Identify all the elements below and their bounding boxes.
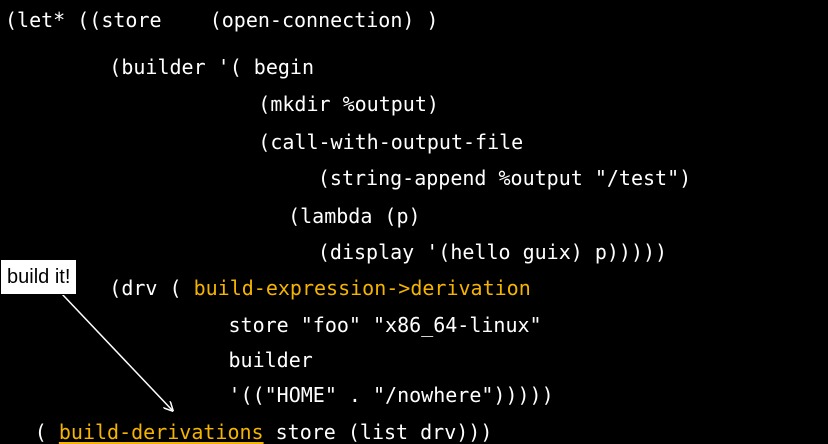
code-slide: (let* ((store (open-connection) ) (builde… xyxy=(0,0,828,444)
code-line: ( build-derivations store (list drv))) xyxy=(35,420,493,444)
code-token: (display '(hello guix) p))))) xyxy=(317,240,668,264)
arrow-line xyxy=(61,293,172,410)
code-token: builder xyxy=(228,348,313,372)
code-line: (builder '( begin xyxy=(109,55,314,79)
code-line: (drv ( build-expression->derivation xyxy=(109,276,530,300)
code-line: builder xyxy=(229,348,313,372)
code-token: store (list drv))) xyxy=(263,420,493,444)
code-token: (mkdir %output) xyxy=(258,92,439,116)
code-line: (lambda (p) xyxy=(288,204,420,228)
code-token: (call-with-output-file xyxy=(258,130,524,154)
code-line: (display '(hello guix) p))))) xyxy=(318,240,667,264)
code-token: (string-append %output "/test") xyxy=(317,166,692,190)
code-token: store "foo" "x86_64-linux" xyxy=(228,313,542,337)
code-token: (builder '( begin xyxy=(109,55,314,79)
code-token: '(("HOME" . "/nowhere"))))) xyxy=(228,383,554,407)
code-token: (lambda (p) xyxy=(288,204,421,228)
code-token: ( xyxy=(34,420,59,444)
code-line: (mkdir %output) xyxy=(258,92,439,116)
highlighted-function-name: build-expression->derivation xyxy=(193,276,531,300)
highlighted-function-name: build-derivations xyxy=(58,420,264,444)
code-token: (drv ( xyxy=(109,276,194,300)
code-line: (let* ((store (open-connection) ) xyxy=(5,8,438,32)
code-line: (call-with-output-file xyxy=(258,130,523,154)
build-it-callout: build it! xyxy=(0,259,78,295)
code-token: (let* ((store (open-connection) ) xyxy=(5,8,439,32)
code-line: '(("HOME" . "/nowhere"))))) xyxy=(229,383,554,407)
code-line: store "foo" "x86_64-linux" xyxy=(229,313,542,337)
code-line: (string-append %output "/test") xyxy=(318,166,691,190)
